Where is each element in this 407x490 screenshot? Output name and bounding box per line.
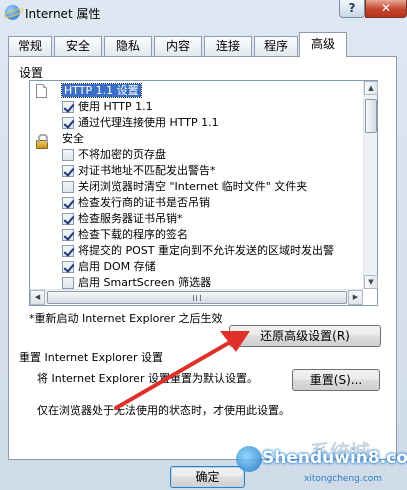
scroll-down-icon[interactable]: ▼ (364, 275, 378, 289)
checkbox-server-revocation[interactable] (62, 213, 74, 225)
list-item: 检查下载的程序的签名 (78, 228, 188, 241)
restore-advanced-settings-button[interactable]: 还原高级设置(R) (229, 325, 381, 347)
list-item: 启用 DOM 存储 (78, 260, 156, 273)
ok-button[interactable]: 确定 (170, 466, 245, 488)
grip-icon (193, 295, 201, 301)
reset-button[interactable]: 重置(S)... (292, 369, 380, 391)
help-button[interactable]: ? (339, 0, 365, 18)
document-icon (36, 84, 47, 98)
checkbox-cert-mismatch[interactable] (62, 165, 74, 177)
window-title: Internet 属性 (25, 7, 101, 21)
list-item: 将提交的 POST 重定向到不允许发送的区域时发出警 (78, 244, 334, 257)
list-item: 使用 HTTP 1.1 (78, 100, 153, 113)
scroll-right-icon[interactable]: ▶ (348, 290, 363, 305)
close-button[interactable]: ✕ (365, 0, 407, 18)
scroll-left-icon[interactable]: ◀ (30, 290, 45, 305)
scroll-up-icon[interactable]: ▲ (364, 81, 378, 95)
tab-security[interactable]: 安全 (54, 36, 102, 56)
checkbox-dom-storage[interactable] (62, 261, 74, 273)
list-item: 检查发行商的证书是否吊销 (78, 196, 210, 209)
list-item: 通过代理连接使用 HTTP 1.1 (78, 116, 219, 129)
checkbox-post-redirect[interactable] (62, 245, 74, 257)
horizontal-scrollbar[interactable]: ◀ ▶ (30, 289, 363, 305)
reset-description: 将 Internet Explorer 设置重置为默认设置。 (37, 372, 258, 385)
internet-explorer-icon (5, 5, 20, 20)
list-header-http[interactable]: HTTP 1.1 设置 (61, 83, 142, 99)
checkbox-http11-proxy[interactable] (62, 117, 74, 129)
settings-group-label: 设置 (19, 66, 44, 80)
checkbox-publisher-revocation[interactable] (62, 197, 74, 209)
tab-general[interactable]: 常规 (8, 36, 52, 56)
checkbox-use-http11[interactable] (62, 101, 74, 113)
watermark-subtext: xitongcheng.com (304, 474, 382, 484)
list-header-security: 安全 (62, 132, 84, 145)
tab-content[interactable]: 内容 (154, 36, 202, 56)
horizontal-scroll-thumb[interactable] (47, 291, 347, 304)
checkbox-smartscreen[interactable] (62, 277, 74, 289)
reset-note: 仅在浏览器处于无法使用的状态时，才使用此设置。 (37, 404, 290, 417)
vertical-scrollbar[interactable]: ▲ ▼ (363, 81, 378, 289)
settings-list[interactable]: HTTP 1.1 设置 使用 HTTP 1.1 通过代理连接使用 HTTP 1.… (29, 80, 378, 306)
list-item: 关闭浏览器时清空 "Internet 临时文件" 文件夹 (78, 180, 308, 193)
tab-strip: 常规 安全 隐私 内容 连接 程序 高级 (8, 32, 400, 57)
checkbox-empty-temp[interactable] (62, 181, 74, 193)
list-item: 不将加密的页存盘 (78, 148, 166, 161)
title-bar: Internet 属性 ? ✕ (0, 0, 407, 26)
tab-privacy[interactable]: 隐私 (104, 36, 152, 56)
checkbox-no-save-encrypted[interactable] (62, 149, 74, 161)
lock-icon (36, 134, 48, 149)
tab-advanced[interactable]: 高级 (299, 32, 347, 57)
checkbox-download-signature[interactable] (62, 229, 74, 241)
reset-group-label: 重置 Internet Explorer 设置 (19, 351, 163, 364)
tab-programs[interactable]: 程序 (254, 36, 298, 56)
restart-note: *重新启动 Internet Explorer 之后生效 (29, 312, 223, 325)
vertical-scroll-thumb[interactable] (365, 99, 377, 133)
list-item: 检查服务器证书吊销* (78, 212, 183, 225)
tab-connections[interactable]: 连接 (204, 36, 252, 56)
list-item: 对证书地址不匹配发出警告* (78, 164, 216, 177)
